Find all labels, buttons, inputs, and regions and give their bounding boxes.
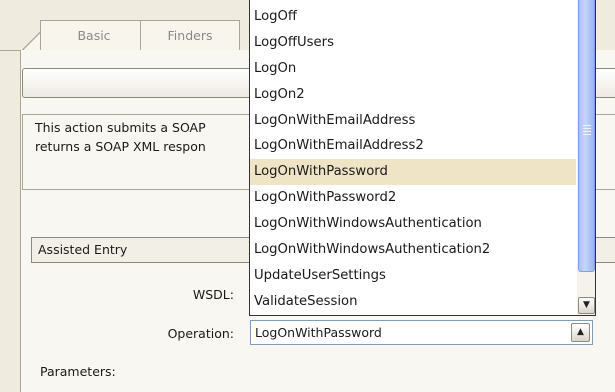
dropdown-item[interactable]: LogOffUsers (250, 30, 576, 56)
dropdown-scrollbar[interactable]: ▼ (577, 0, 595, 315)
chevron-up-icon[interactable]: ▲ (571, 323, 590, 342)
dropdown-item[interactable]: ValidateSession (250, 289, 576, 315)
tab-finders[interactable]: Finders (140, 20, 240, 50)
dropdown-item[interactable]: LogOnWithPassword2 (250, 185, 576, 211)
grip-line (583, 131, 591, 132)
dropdown-item[interactable]: LogOnWithEmailAddress (250, 108, 576, 134)
grip-line (583, 134, 591, 135)
dropdown-item[interactable]: LogOnWithEmailAddress2 (250, 133, 576, 159)
dropdown-item[interactable]: LogOnWithWindowsAuthentication (250, 211, 576, 237)
grip-line (583, 128, 591, 129)
dropdown-item[interactable]: LogOnWithWindowsAuthentication2 (250, 237, 576, 263)
scroll-thumb[interactable] (578, 0, 595, 272)
operation-select-value: LogOnWithPassword (255, 325, 382, 340)
dropdown-items: LogOff LogOffUsers LogOn LogOn2 LogOnWit… (250, 4, 576, 315)
dropdown-item[interactable]: LogOn2 (250, 82, 576, 108)
operation-dropdown-list[interactable]: LogOff LogOffUsers LogOn LogOn2 LogOnWit… (249, 0, 596, 316)
wsdl-label: WSDL: (192, 287, 234, 302)
dropdown-item[interactable]: LogOnWithPassword (250, 159, 576, 186)
dropdown-item[interactable]: LogOff (250, 4, 576, 30)
operation-select[interactable]: LogOnWithPassword ▲ (250, 320, 593, 345)
parameters-label: Parameters: (40, 364, 116, 379)
tab-basic[interactable]: Basic (40, 20, 148, 50)
grip-line (583, 125, 591, 126)
dropdown-item[interactable]: LogOn (250, 56, 576, 82)
operation-label: Operation: (167, 326, 234, 341)
dropdown-item[interactable]: UpdateUserSettings (250, 263, 576, 289)
scroll-down-icon[interactable]: ▼ (578, 297, 595, 314)
